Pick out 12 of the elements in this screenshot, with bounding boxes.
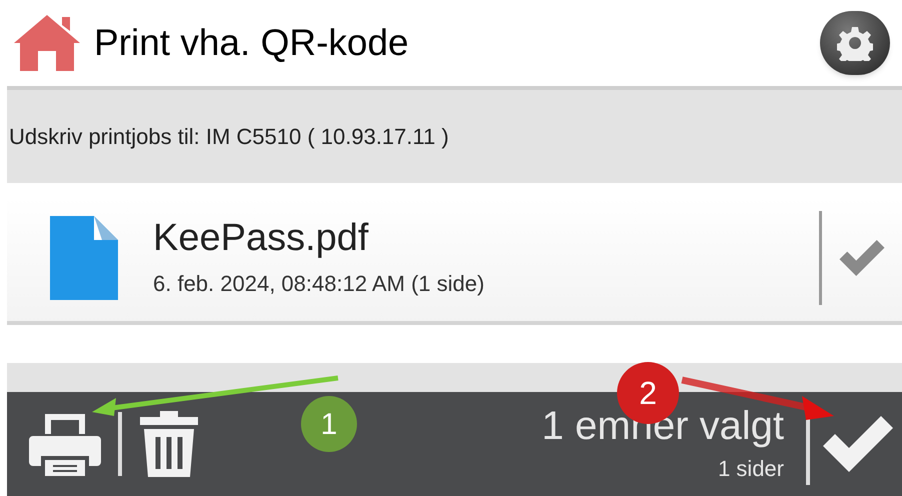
page-count: 1 sider — [718, 454, 784, 482]
settings-button[interactable] — [820, 11, 890, 75]
trash-icon — [140, 411, 198, 477]
home-icon[interactable] — [12, 13, 82, 73]
page-title: Print vha. QR-kode — [94, 21, 409, 66]
settings-icon — [837, 25, 873, 61]
file-name: KeePass.pdf — [153, 216, 370, 258]
printer-icon — [29, 412, 101, 476]
checkmark-icon — [823, 416, 893, 472]
destination-text: Udskriv printjobs til: IM C5510 ( 10.93.17.11 ) — [8, 123, 449, 151]
document-icon — [50, 216, 118, 300]
file-details: 6. feb. 2024, 08:48:12 AM (1 side) — [153, 270, 484, 298]
